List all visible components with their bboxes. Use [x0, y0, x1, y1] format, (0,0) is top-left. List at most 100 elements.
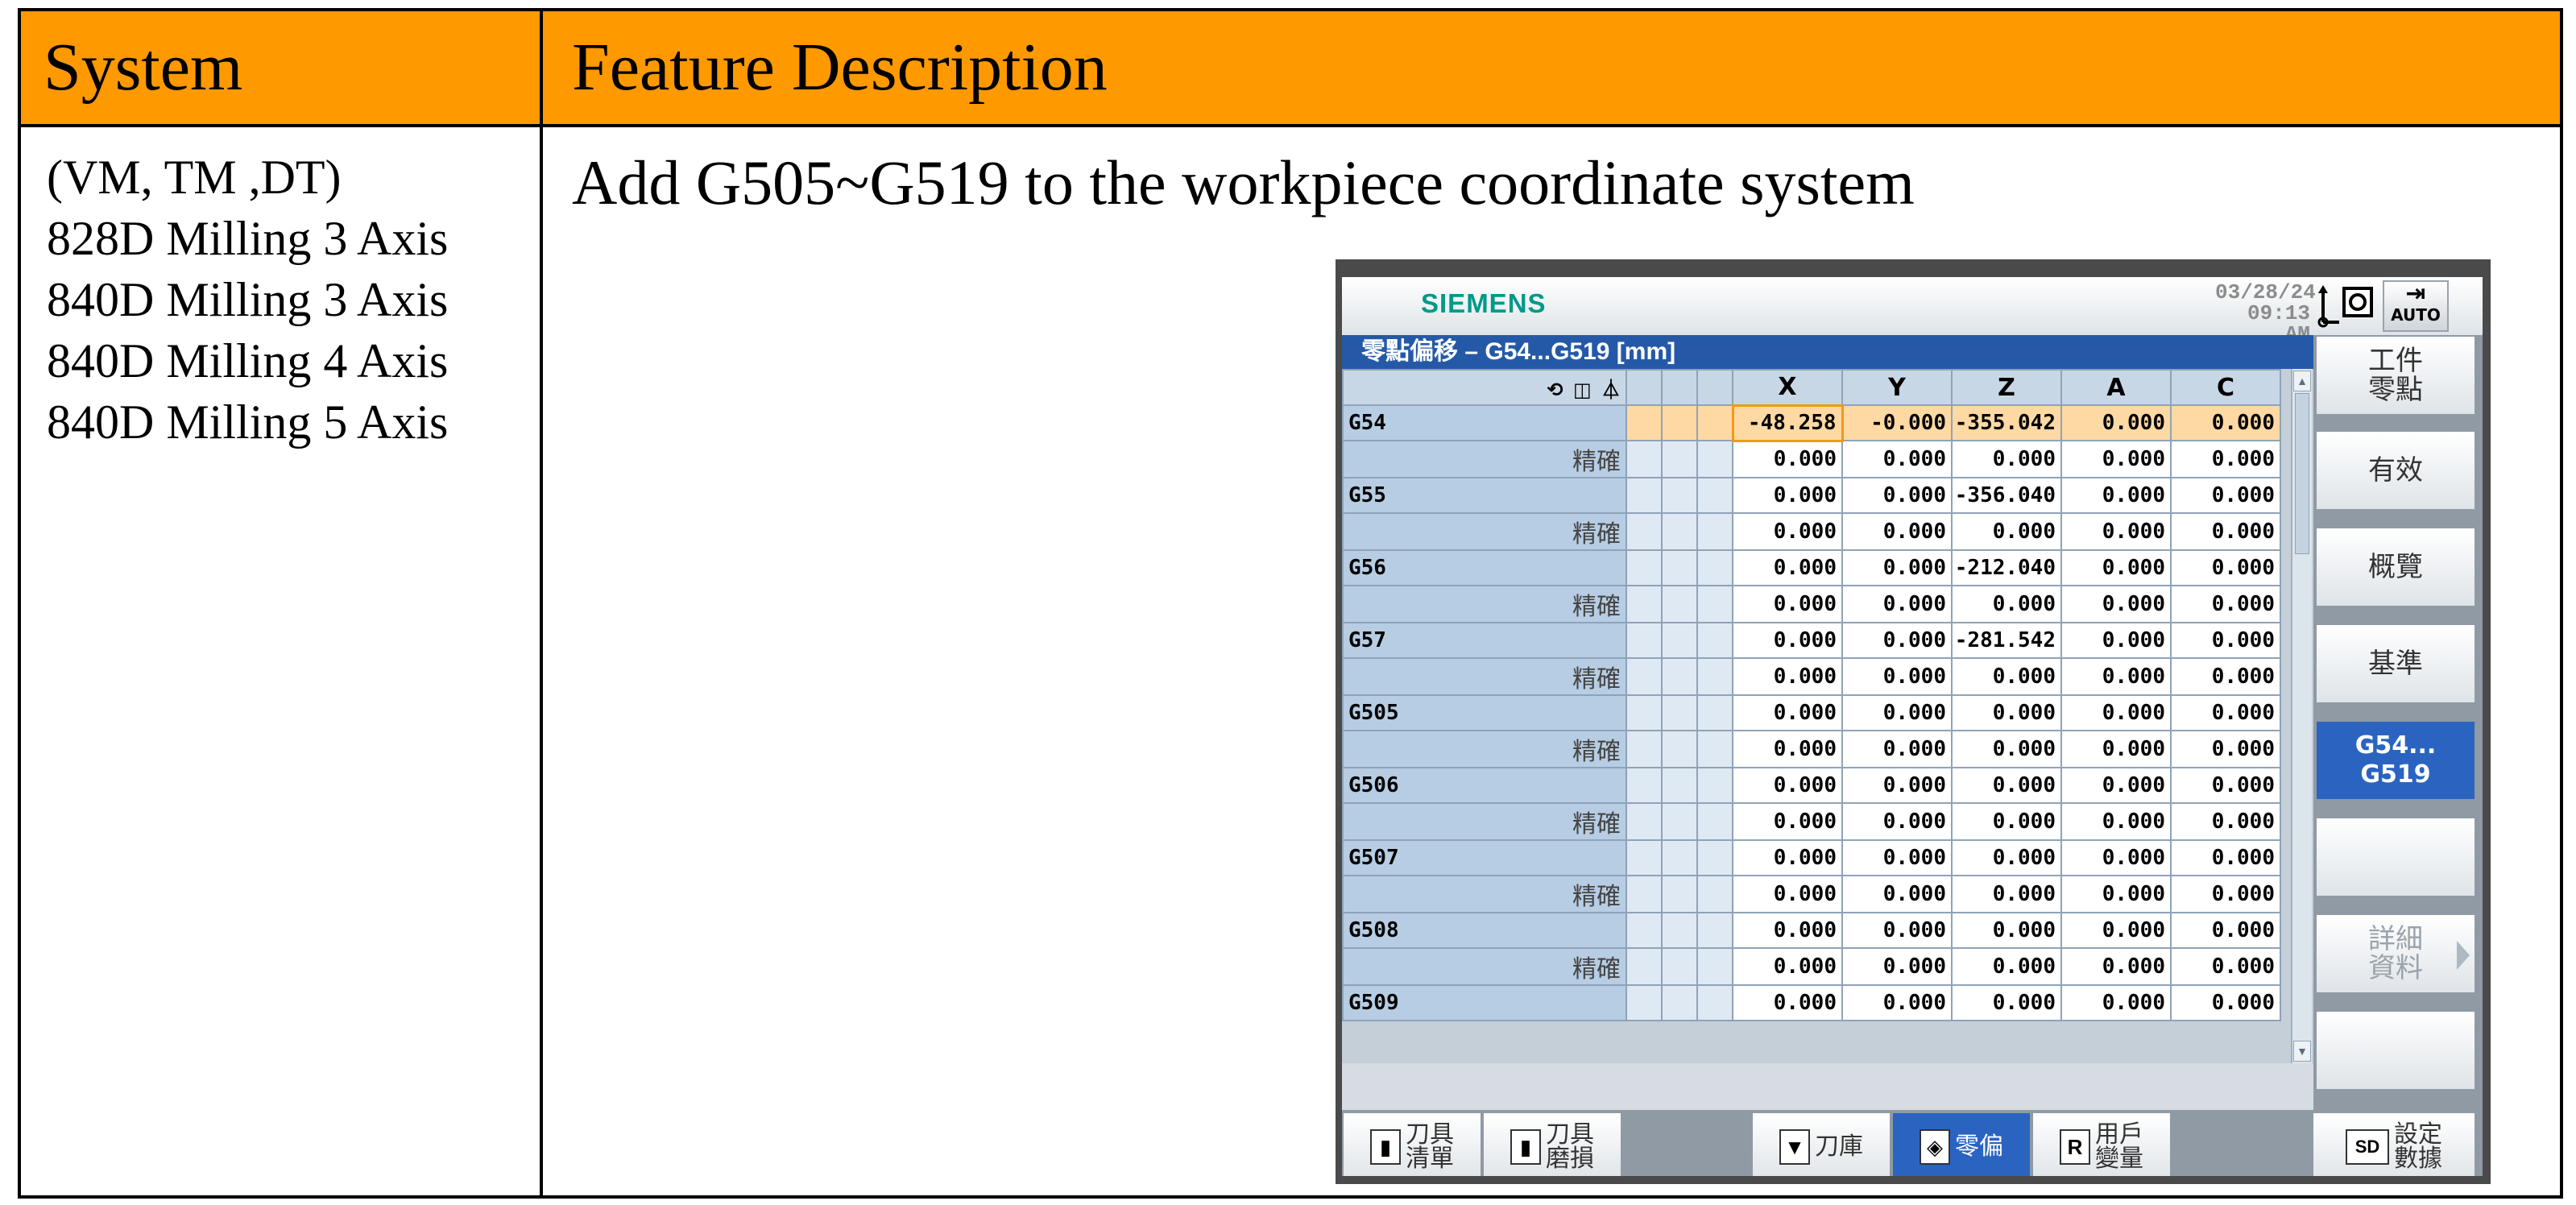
fine-flag-cell[interactable] [1696, 875, 1733, 913]
vertical-softkey-2[interactable]: 有效 [2317, 432, 2475, 509]
fine-flag-cell[interactable] [1626, 947, 1663, 986]
fine-value-a[interactable]: 0.000 [2060, 440, 2172, 478]
fine-flag-cell[interactable] [1696, 730, 1733, 768]
offset-row-g54[interactable]: G54 -48.258 -0.000 -355.042 0.000 0.000 [1342, 404, 2281, 442]
fine-value-y[interactable]: 0.000 [1841, 657, 1953, 696]
fine-flag-cell[interactable] [1661, 875, 1698, 913]
fine-value-z[interactable]: 0.000 [1951, 875, 2062, 913]
fine-value-c[interactable]: 0.000 [2170, 585, 2281, 623]
fine-row-g55[interactable]: 精確 0.000 0.000 0.000 0.000 0.000 [1342, 512, 2281, 551]
offset-flag-cell[interactable] [1661, 839, 1698, 876]
offset-flag-cell[interactable] [1696, 477, 1733, 514]
fine-value-z[interactable]: 0.000 [1951, 802, 2062, 841]
fine-value-c[interactable]: 0.000 [2170, 802, 2281, 841]
offset-flag-cell[interactable] [1661, 767, 1698, 804]
offset-value-x[interactable]: 0.000 [1732, 549, 1843, 586]
fine-flag-cell[interactable] [1626, 875, 1663, 913]
offset-row-g506[interactable]: G506 0.000 0.000 0.000 0.000 0.000 [1342, 767, 2281, 804]
offset-value-x[interactable]: 0.000 [1732, 622, 1843, 659]
offset-row-g55[interactable]: G55 0.000 0.000 -356.040 0.000 0.000 [1342, 477, 2281, 514]
offset-value-c[interactable]: 0.000 [2170, 767, 2281, 804]
offset-value-x[interactable]: 0.000 [1732, 984, 1843, 1021]
fine-value-z[interactable]: 0.000 [1951, 512, 2062, 551]
fine-value-x[interactable]: 0.000 [1732, 440, 1843, 478]
fine-value-x[interactable]: 0.000 [1732, 512, 1843, 551]
offset-flag-cell[interactable] [1696, 694, 1733, 731]
offset-value-x[interactable]: 0.000 [1732, 839, 1843, 876]
fine-value-y[interactable]: 0.000 [1841, 875, 1953, 913]
fine-value-y[interactable]: 0.000 [1841, 730, 1953, 768]
vertical-softkey-4[interactable]: 基準 [2317, 625, 2475, 702]
horizontal-softkey-6[interactable]: SD 設定 數據 [2313, 1113, 2475, 1176]
fine-value-c[interactable]: 0.000 [2170, 730, 2281, 768]
offset-value-y[interactable]: 0.000 [1841, 984, 1953, 1021]
fine-value-x[interactable]: 0.000 [1732, 585, 1843, 623]
offset-flag-cell[interactable] [1626, 767, 1663, 804]
offset-value-c[interactable]: 0.000 [2170, 549, 2281, 586]
fine-row-g57[interactable]: 精確 0.000 0.000 0.000 0.000 0.000 [1342, 657, 2281, 696]
offset-value-c[interactable]: 0.000 [2170, 912, 2281, 949]
offset-value-z[interactable]: 0.000 [1951, 767, 2062, 804]
offset-value-z[interactable]: -355.042 [1951, 404, 2062, 441]
offset-value-y[interactable]: 0.000 [1841, 912, 1953, 949]
offset-value-a[interactable]: 0.000 [2060, 477, 2172, 514]
horizontal-softkey-3[interactable]: ▼ 刀庫 [1753, 1113, 1890, 1176]
offset-flag-cell[interactable] [1696, 984, 1733, 1021]
fine-flag-cell[interactable] [1661, 657, 1698, 696]
offset-value-a[interactable]: 0.000 [2060, 622, 2172, 659]
scroll-down-icon[interactable]: ▼ [2293, 1041, 2311, 1062]
fine-flag-cell[interactable] [1696, 585, 1733, 623]
offset-value-x[interactable]: 0.000 [1732, 767, 1843, 804]
offset-value-x[interactable]: 0.000 [1732, 912, 1843, 949]
offset-value-z[interactable]: 0.000 [1951, 912, 2062, 949]
offset-value-z[interactable]: 0.000 [1951, 984, 2062, 1021]
fine-value-a[interactable]: 0.000 [2060, 875, 2172, 913]
fine-value-x[interactable]: 0.000 [1732, 802, 1843, 841]
fine-flag-cell[interactable] [1661, 730, 1698, 768]
offset-flag-cell[interactable] [1661, 912, 1698, 949]
fine-value-z[interactable]: 0.000 [1951, 947, 2062, 986]
offset-value-z[interactable]: -356.040 [1951, 477, 2062, 514]
offset-flag-cell[interactable] [1626, 404, 1663, 441]
horizontal-softkey-4[interactable]: ◈ 零偏 [1893, 1113, 2030, 1176]
fine-value-x[interactable]: 0.000 [1732, 947, 1843, 986]
fine-value-y[interactable]: 0.000 [1841, 512, 1953, 551]
fine-flag-cell[interactable] [1626, 440, 1663, 478]
fine-flag-cell[interactable] [1661, 947, 1698, 986]
fine-value-y[interactable]: 0.000 [1841, 947, 1953, 986]
fine-value-x[interactable]: 0.000 [1732, 730, 1843, 768]
fine-value-a[interactable]: 0.000 [2060, 657, 2172, 696]
offset-value-a[interactable]: 0.000 [2060, 984, 2172, 1021]
offset-flag-cell[interactable] [1696, 622, 1733, 659]
offset-flag-cell[interactable] [1661, 984, 1698, 1021]
offset-flag-cell[interactable] [1661, 404, 1698, 441]
fine-flag-cell[interactable] [1626, 585, 1663, 623]
offset-value-y[interactable]: 0.000 [1841, 622, 1953, 659]
fine-flag-cell[interactable] [1661, 512, 1698, 551]
offset-value-z[interactable]: 0.000 [1951, 694, 2062, 731]
offset-flag-cell[interactable] [1626, 984, 1663, 1021]
fine-value-c[interactable]: 0.000 [2170, 440, 2281, 478]
vertical-softkey-3[interactable]: 概覽 [2317, 528, 2475, 606]
horizontal-softkey-5[interactable]: R 用戶 變量 [2033, 1113, 2170, 1176]
offset-value-z[interactable]: -281.542 [1951, 622, 2062, 659]
fine-value-a[interactable]: 0.000 [2060, 585, 2172, 623]
vertical-scrollbar[interactable]: ▲ ▼ [2291, 369, 2312, 1063]
offset-value-y[interactable]: 0.000 [1841, 477, 1953, 514]
offset-row-g507[interactable]: G507 0.000 0.000 0.000 0.000 0.000 [1342, 839, 2281, 876]
offset-value-x[interactable]: -48.258 [1731, 404, 1844, 442]
vertical-softkey-6[interactable] [2317, 818, 2475, 896]
offset-value-y[interactable]: 0.000 [1841, 767, 1953, 804]
fine-row-g56[interactable]: 精確 0.000 0.000 0.000 0.000 0.000 [1342, 585, 2281, 623]
scrollbar-thumb[interactable] [2295, 393, 2309, 554]
fine-value-c[interactable]: 0.000 [2170, 875, 2281, 913]
horizontal-softkey-1[interactable]: ▮ 刀具 清單 [1344, 1113, 1481, 1176]
offset-value-c[interactable]: 0.000 [2170, 477, 2281, 514]
offset-value-c[interactable]: 0.000 [2170, 839, 2281, 876]
horizontal-softkey-2[interactable]: ▮ 刀具 磨損 [1484, 1113, 1621, 1176]
offset-flag-cell[interactable] [1661, 622, 1698, 659]
offset-value-z[interactable]: -212.040 [1951, 549, 2062, 586]
vertical-softkey-7[interactable]: 詳細 資料 [2317, 915, 2475, 992]
fine-row-g505[interactable]: 精確 0.000 0.000 0.000 0.000 0.000 [1342, 730, 2281, 768]
offset-row-g505[interactable]: G505 0.000 0.000 0.000 0.000 0.000 [1342, 694, 2281, 731]
